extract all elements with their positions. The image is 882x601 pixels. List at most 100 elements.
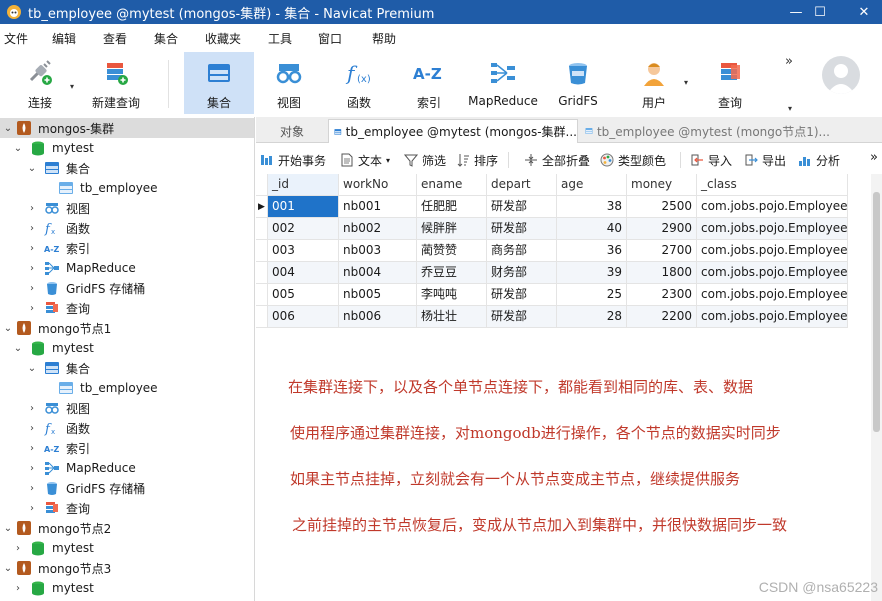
column-header-class[interactable]: _class (697, 174, 848, 196)
column-header-id[interactable]: _id (268, 174, 339, 196)
avatar[interactable] (822, 56, 860, 94)
table-cell[interactable]: com.jobs.pojo.Employee (697, 240, 848, 262)
table-cell[interactable]: 002 (268, 218, 339, 240)
table-cell[interactable]: 003 (268, 240, 339, 262)
table-cell[interactable]: 杨壮壮 (417, 306, 487, 328)
menu-file[interactable]: 文件 (4, 30, 28, 47)
connect-button[interactable]: 连接 (10, 52, 70, 114)
tree-connection-node2[interactable]: ⌄ mongo节点2 (0, 518, 254, 538)
close-button[interactable]: ✕ (842, 0, 882, 24)
table-cell[interactable]: com.jobs.pojo.Employee (697, 196, 848, 218)
tree-item-indexes[interactable]: › A-Z 索引 (0, 238, 254, 258)
table-cell[interactable]: 财务部 (487, 262, 557, 284)
tree-connection-node3[interactable]: ⌄ mongo节点3 (0, 558, 254, 578)
table-cell[interactable]: 候胖胖 (417, 218, 487, 240)
table-cell[interactable]: nb004 (339, 262, 417, 284)
collapse-all-button[interactable]: 全部折叠 (524, 151, 590, 169)
table-cell[interactable]: 25 (557, 284, 627, 306)
tree-item-indexes[interactable]: › A-Z 索引 (0, 438, 254, 458)
chevron-right-icon[interactable]: › (26, 283, 38, 294)
query-button[interactable]: 查询 (702, 52, 758, 114)
table-cell[interactable]: 研发部 (487, 196, 557, 218)
chevron-right-icon[interactable]: › (26, 263, 38, 274)
tree-db-mytest[interactable]: ⌄ mytest (0, 338, 254, 358)
table-cell[interactable]: 李吨吨 (417, 284, 487, 306)
menu-favorites[interactable]: 收藏夹 (205, 30, 241, 47)
tree-db-mytest[interactable]: › mytest (0, 578, 254, 598)
tree-connection-mongos[interactable]: ⌄ mongos-集群 (0, 118, 254, 138)
user-button[interactable]: 用户 (626, 52, 682, 114)
column-header-ename[interactable]: ename (417, 174, 487, 196)
table-cell[interactable]: 1800 (627, 262, 697, 284)
chevron-down-icon[interactable]: ⌄ (26, 363, 38, 374)
table-cell[interactable]: 研发部 (487, 218, 557, 240)
tree-item-gridfs[interactable]: › GridFS 存储桶 (0, 478, 254, 498)
new-query-button[interactable]: 新建查询 (88, 52, 144, 114)
column-header-money[interactable]: money (627, 174, 697, 196)
table-cell[interactable]: com.jobs.pojo.Employee (697, 262, 848, 284)
tree-collections-folder[interactable]: ⌄ 集合 (0, 358, 254, 378)
chevron-down-icon[interactable]: ▾ (684, 78, 688, 87)
table-cell[interactable]: nb003 (339, 240, 417, 262)
tree-collection-tb_employee[interactable]: tb_employee (0, 178, 254, 198)
tree-item-views[interactable]: › 视图 (0, 198, 254, 218)
tree-collection-tb_employee[interactable]: tb_employee (0, 378, 254, 398)
table-cell[interactable]: 商务部 (487, 240, 557, 262)
chevron-right-icon[interactable]: › (26, 243, 38, 254)
table-cell[interactable]: 004 (268, 262, 339, 284)
chevron-down-icon[interactable]: ⌄ (2, 563, 14, 574)
menu-tools[interactable]: 工具 (268, 30, 292, 47)
toolbar-overflow-icon[interactable]: » (870, 150, 878, 165)
scrollbar-thumb[interactable] (873, 192, 880, 432)
tree-db-mytest[interactable]: ⌄ mytest (0, 138, 254, 158)
toolbar-overflow-icon[interactable]: » (785, 54, 793, 69)
table-cell[interactable]: 28 (557, 306, 627, 328)
chevron-down-icon[interactable]: ▾ (70, 82, 74, 91)
menu-window[interactable]: 窗口 (318, 30, 342, 47)
table-cell[interactable]: 任肥肥 (417, 196, 487, 218)
chevron-right-icon[interactable]: › (26, 303, 38, 314)
sort-button[interactable]: 排序 (456, 151, 498, 169)
table-cell[interactable]: 2500 (627, 196, 697, 218)
table-cell[interactable]: nb001 (339, 196, 417, 218)
table-cell[interactable]: 001 (268, 196, 339, 218)
table-cell[interactable]: 2900 (627, 218, 697, 240)
chevron-down-icon[interactable]: ⌄ (2, 123, 14, 134)
tree-item-views[interactable]: › 视图 (0, 398, 254, 418)
vertical-scrollbar[interactable] (871, 174, 882, 601)
menu-collection[interactable]: 集合 (154, 30, 178, 47)
type-color-button[interactable]: 类型颜色 (600, 151, 666, 169)
table-cell[interactable]: 005 (268, 284, 339, 306)
chevron-right-icon[interactable]: › (26, 403, 38, 414)
chevron-down-icon[interactable]: ⌄ (2, 523, 14, 534)
chevron-right-icon[interactable]: › (12, 543, 24, 554)
column-header-age[interactable]: age (557, 174, 627, 196)
table-cell[interactable]: 研发部 (487, 306, 557, 328)
tree-item-mapreduce[interactable]: › MapReduce (0, 458, 254, 478)
table-cell[interactable]: nb002 (339, 218, 417, 240)
table-cell[interactable]: 36 (557, 240, 627, 262)
chevron-right-icon[interactable]: › (26, 503, 38, 514)
chevron-down-icon[interactable]: ⌄ (26, 163, 38, 174)
table-cell[interactable]: nb006 (339, 306, 417, 328)
tree-item-functions[interactable]: › fx 函数 (0, 218, 254, 238)
table-cell[interactable]: 2700 (627, 240, 697, 262)
chevron-right-icon[interactable]: › (26, 483, 38, 494)
tree-connection-node1[interactable]: ⌄ mongo节点1 (0, 318, 254, 338)
table-cell[interactable]: 38 (557, 196, 627, 218)
tree-item-functions[interactable]: › fx 函数 (0, 418, 254, 438)
export-button[interactable]: 导出 (744, 151, 786, 169)
chevron-down-icon[interactable]: ⌄ (2, 323, 14, 334)
tree-item-mapreduce[interactable]: › MapReduce (0, 258, 254, 278)
chevron-right-icon[interactable]: › (26, 223, 38, 234)
column-header-depart[interactable]: depart (487, 174, 557, 196)
table-cell[interactable]: com.jobs.pojo.Employee (697, 306, 848, 328)
chevron-right-icon[interactable]: › (26, 203, 38, 214)
tab-tb-employee-node1[interactable]: tb_employee @mytest (mongo节点1)... (580, 119, 830, 143)
chevron-right-icon[interactable]: › (26, 423, 38, 434)
table-cell[interactable]: 39 (557, 262, 627, 284)
tree-db-mytest[interactable]: › mytest (0, 538, 254, 558)
mapreduce-button[interactable]: MapReduce (464, 52, 542, 114)
chevron-right-icon[interactable]: › (26, 463, 38, 474)
table-cell[interactable]: nb005 (339, 284, 417, 306)
